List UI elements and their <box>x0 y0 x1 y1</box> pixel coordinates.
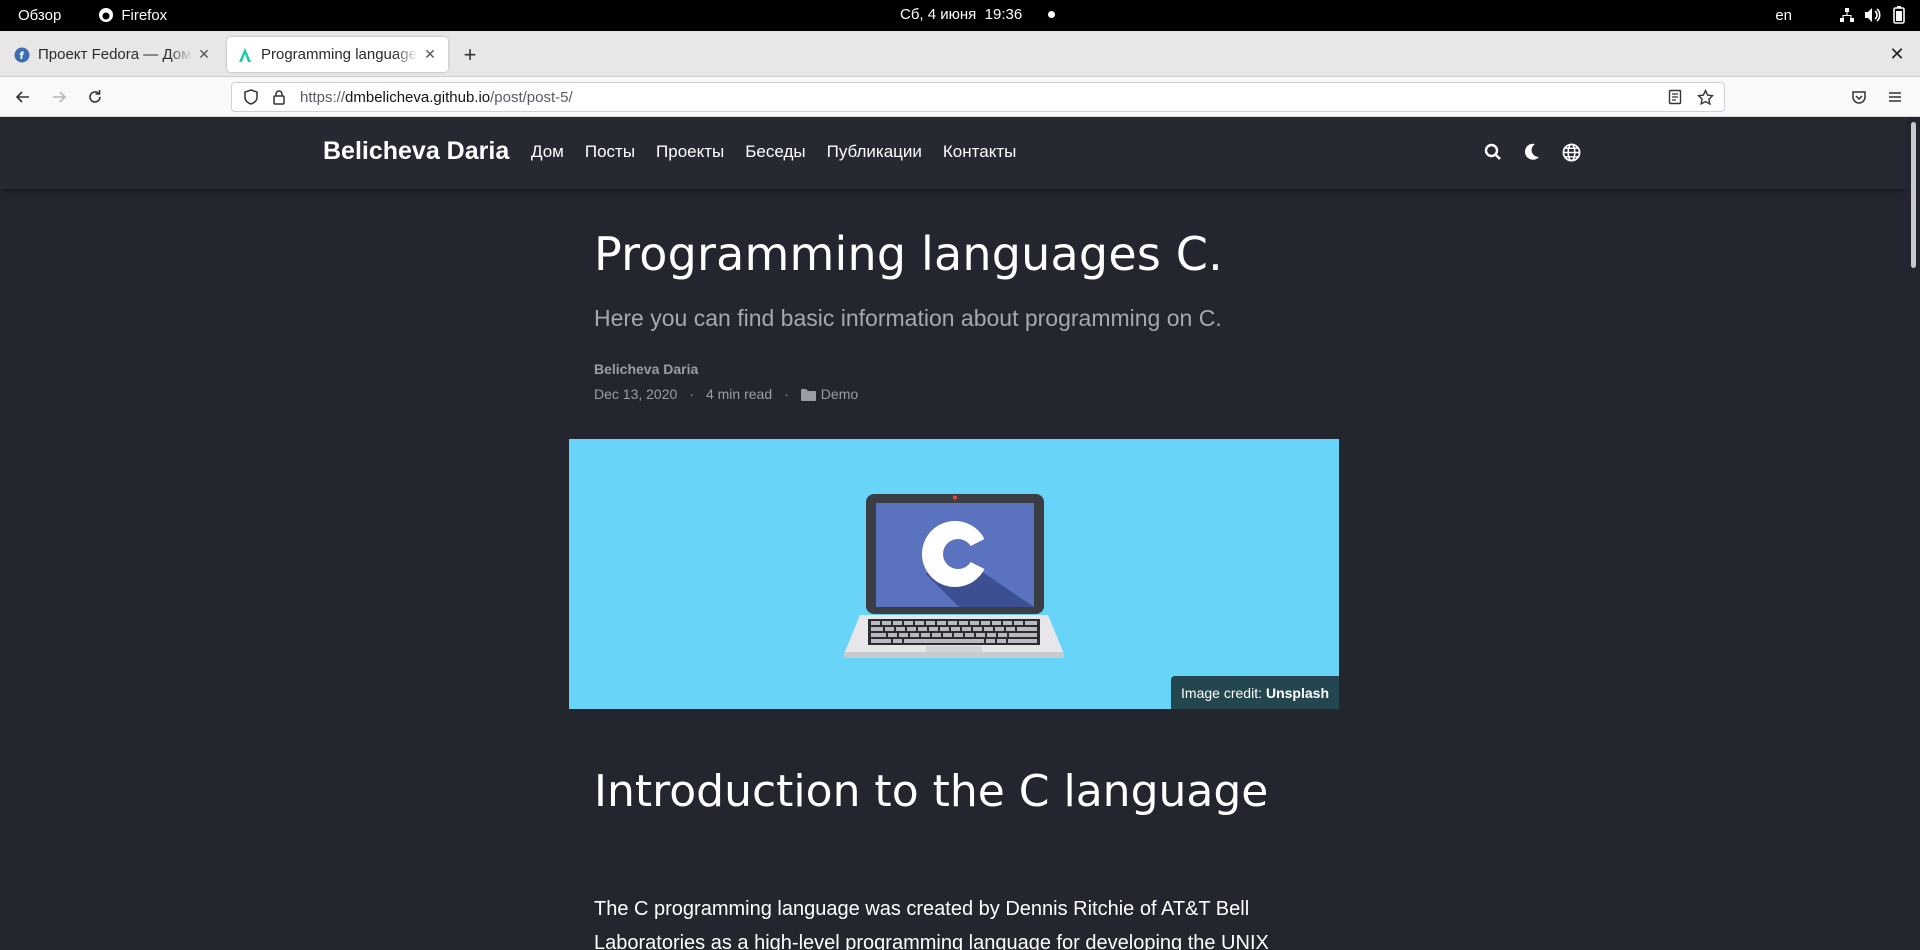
url-text: https://dmbelicheva.github.io/post/post-… <box>300 89 573 106</box>
forward-arrow-icon <box>53 91 67 103</box>
fedora-favicon-icon: f <box>14 47 30 63</box>
activities-button[interactable]: Обзор <box>18 7 61 24</box>
pocket-button[interactable] <box>1848 86 1870 108</box>
image-credit: Image credit: Unsplash <box>1171 676 1339 709</box>
app-menu-button[interactable] <box>1884 86 1906 108</box>
window-close-icon[interactable]: ✕ <box>1888 45 1906 63</box>
menu-item-contacts[interactable]: Контакты <box>943 142 1016 162</box>
back-arrow-icon <box>15 91 29 103</box>
forward-button[interactable] <box>48 86 70 108</box>
tab-strip: f Проект Fedora — Домашняя ✕ Programming… <box>0 31 1920 77</box>
menu-item-posts[interactable]: Посты <box>585 142 635 162</box>
image-credit-link[interactable]: Unsplash <box>1266 685 1329 701</box>
site-navbar: Belicheva Daria Дом Посты Проекты Беседы… <box>0 117 1906 189</box>
site-brand[interactable]: Belicheva Daria <box>323 137 509 166</box>
post-subtitle: Here you can find basic information abou… <box>594 305 1222 331</box>
hamburger-menu-icon <box>1889 92 1901 102</box>
folder-icon <box>800 388 816 401</box>
app-name: Firefox <box>121 6 168 24</box>
menu-item-home[interactable]: Дом <box>531 142 564 162</box>
url-scheme: https:// <box>300 88 346 106</box>
url-path: /post/post-5/ <box>490 88 573 106</box>
search-icon[interactable] <box>1482 141 1504 163</box>
firefox-icon <box>97 6 115 24</box>
post-date: Dec 13, 2020 <box>594 386 678 402</box>
reader-view-icon[interactable] <box>1666 88 1684 106</box>
article-paragraph: The C programming language was created b… <box>594 898 1269 950</box>
meta-separator: · <box>784 386 789 402</box>
reload-button[interactable] <box>84 86 106 108</box>
reload-icon <box>89 90 101 103</box>
dark-mode-moon-icon[interactable] <box>1521 141 1543 163</box>
url-bar[interactable]: https://dmbelicheva.github.io/post/post-… <box>231 82 1725 112</box>
academic-favicon-icon <box>237 47 253 63</box>
lock-icon[interactable] <box>270 88 288 106</box>
post-metadata: Dec 13, 2020 · 4 min read · Demo <box>594 386 858 402</box>
post-category-link[interactable]: Demo <box>821 386 858 402</box>
image-credit-prefix: Image credit: <box>1181 684 1262 701</box>
menu-item-talks[interactable]: Беседы <box>745 142 805 162</box>
keyboard-layout-indicator[interactable]: en <box>1775 7 1792 24</box>
laptop-c-logo-illustration <box>844 494 1064 658</box>
menu-item-publications[interactable]: Публикации <box>827 142 922 162</box>
post-author[interactable]: Belicheva Daria <box>594 361 698 377</box>
url-host: dmbelicheva.github.io <box>345 88 491 106</box>
battery-icon[interactable] <box>1890 6 1908 24</box>
svg-text:f: f <box>20 51 25 62</box>
scrollbar-thumb[interactable] <box>1911 122 1916 268</box>
post-read-time: 4 min read <box>705 386 773 402</box>
network-icon[interactable] <box>1838 6 1856 24</box>
tracking-protection-shield-icon[interactable] <box>242 88 260 106</box>
bookmark-star-icon[interactable] <box>1696 88 1714 106</box>
pocket-icon <box>1852 91 1866 104</box>
post-title: Programming languages C. <box>594 227 1223 281</box>
tab-title: Проект Fedora — Домашняя <box>38 46 192 63</box>
tab-title: Programming languages C. <box>261 46 418 63</box>
volume-icon[interactable] <box>1864 6 1882 24</box>
page-scrollbar[interactable] <box>1906 117 1920 950</box>
app-menu-firefox[interactable]: Firefox <box>97 6 167 24</box>
notification-dot <box>1048 11 1056 18</box>
tab-programming-languages[interactable]: Programming languages C. ✕ <box>227 37 448 72</box>
new-tab-button[interactable]: + <box>459 44 481 66</box>
activities-label: Обзор <box>18 6 62 24</box>
navigation-toolbar: https://dmbelicheva.github.io/post/post-… <box>0 77 1920 117</box>
back-button[interactable] <box>12 86 34 108</box>
meta-separator: · <box>689 386 694 402</box>
tab-close-icon[interactable]: ✕ <box>196 46 212 63</box>
clock[interactable]: Сб, 4 июня 19:36 <box>900 6 1056 23</box>
system-top-bar: Обзор Firefox Сб, 4 июня 19:36 en <box>0 0 1920 31</box>
featured-image: Image credit: Unsplash <box>569 439 1339 709</box>
tab-close-icon[interactable]: ✕ <box>422 46 438 63</box>
language-globe-icon[interactable] <box>1560 141 1582 163</box>
web-page: Belicheva Daria Дом Посты Проекты Беседы… <box>0 117 1906 950</box>
clock-text: Сб, 4 июня 19:36 <box>900 6 1023 23</box>
tab-fedora[interactable]: f Проект Fedora — Домашняя ✕ <box>4 37 222 72</box>
section-heading: Introduction to the C language <box>594 766 1269 817</box>
menu-item-projects[interactable]: Проекты <box>656 142 724 162</box>
site-menu: Дом Посты Проекты Беседы Публикации Конт… <box>531 142 1037 162</box>
